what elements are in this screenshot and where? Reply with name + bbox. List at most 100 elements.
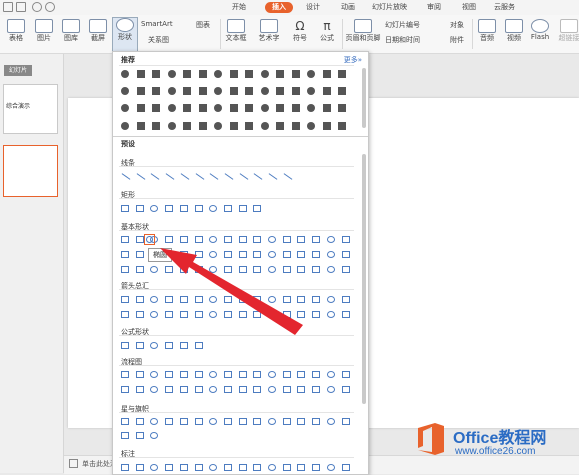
shape-icon[interactable] xyxy=(198,87,207,95)
shape-icon[interactable] xyxy=(297,418,306,425)
shape-icon[interactable] xyxy=(121,418,129,425)
shape-icon[interactable] xyxy=(150,371,159,378)
shape-icon[interactable] xyxy=(198,122,207,130)
slide-thumbnail-2[interactable] xyxy=(3,145,58,197)
redo-icon[interactable] xyxy=(45,2,55,12)
shape-icon[interactable] xyxy=(260,87,269,95)
shape-icon[interactable] xyxy=(121,104,129,112)
shape-icon[interactable] xyxy=(307,104,315,112)
preset-scrollbar[interactable] xyxy=(362,154,366,404)
shape-icon[interactable] xyxy=(268,236,276,243)
shape-icon[interactable] xyxy=(150,311,159,318)
shape-icon[interactable] xyxy=(179,464,188,471)
shape-icon[interactable] xyxy=(297,371,306,378)
shape-icon[interactable] xyxy=(326,464,335,471)
shape-icon[interactable] xyxy=(179,236,188,243)
shape-icon[interactable] xyxy=(136,104,145,112)
shape-icon[interactable] xyxy=(198,104,207,112)
shape-icon[interactable] xyxy=(198,70,207,78)
shape-icon[interactable] xyxy=(341,464,350,471)
shape-icon[interactable] xyxy=(283,173,293,180)
shape-icon[interactable] xyxy=(223,386,232,393)
shape-icon[interactable] xyxy=(282,311,291,318)
flash-button[interactable]: Flash xyxy=(529,19,551,41)
shape-icon[interactable] xyxy=(209,251,218,258)
shape-icon[interactable] xyxy=(214,70,222,78)
shape-icon[interactable] xyxy=(253,236,262,243)
shape-icon[interactable] xyxy=(229,87,238,95)
shape-icon[interactable] xyxy=(307,122,315,130)
shape-icon[interactable] xyxy=(326,266,335,273)
shape-icon[interactable] xyxy=(282,251,291,258)
slides-tab[interactable]: 幻灯片 xyxy=(4,65,32,76)
shape-icon[interactable] xyxy=(136,122,145,130)
shape-icon[interactable] xyxy=(194,386,203,393)
shape-icon[interactable] xyxy=(312,236,321,243)
shape-icon[interactable] xyxy=(312,386,321,393)
shape-icon[interactable] xyxy=(135,386,144,393)
shape-icon[interactable] xyxy=(209,296,218,303)
shape-icon[interactable] xyxy=(238,418,247,425)
tab-design[interactable]: 设计 xyxy=(306,2,320,13)
tab-slideshow[interactable]: 幻灯片放映 xyxy=(372,2,407,13)
shape-icon[interactable] xyxy=(194,371,203,378)
shape-icon[interactable] xyxy=(297,386,306,393)
shape-icon[interactable] xyxy=(238,371,247,378)
shape-icon[interactable] xyxy=(282,418,291,425)
shape-icon[interactable] xyxy=(167,70,176,78)
shape-icon[interactable] xyxy=(167,122,176,130)
shape-icon[interactable] xyxy=(194,311,203,318)
shape-icon[interactable] xyxy=(165,266,174,273)
smartart-button[interactable]: SmartArt xyxy=(141,20,173,28)
symbol-button[interactable]: Ω 符号 xyxy=(289,19,311,43)
shape-icon[interactable] xyxy=(341,418,350,425)
shape-icon[interactable] xyxy=(268,173,278,180)
shape-button[interactable]: 形状 xyxy=(112,17,138,52)
shape-icon[interactable] xyxy=(194,342,203,349)
shape-icon[interactable] xyxy=(326,311,335,318)
shape-icon[interactable] xyxy=(152,122,160,130)
shape-icon[interactable] xyxy=(121,236,129,243)
shape-icon[interactable] xyxy=(165,236,174,243)
shape-icon[interactable] xyxy=(326,418,335,425)
table-button[interactable]: 表格 xyxy=(5,19,27,43)
shape-icon[interactable] xyxy=(338,70,346,78)
shape-icon[interactable] xyxy=(121,342,129,349)
shape-icon[interactable] xyxy=(135,418,144,425)
shape-icon[interactable] xyxy=(179,251,188,258)
undo-icon[interactable] xyxy=(32,2,42,12)
shape-icon[interactable] xyxy=(179,386,188,393)
shape-icon[interactable] xyxy=(209,236,218,243)
tab-view[interactable]: 视图 xyxy=(462,2,476,13)
shape-icon[interactable] xyxy=(253,464,262,471)
recommend-scrollbar[interactable] xyxy=(362,68,366,128)
shape-icon[interactable] xyxy=(238,296,247,303)
shape-icon[interactable] xyxy=(152,70,160,78)
shape-icon[interactable] xyxy=(223,205,232,212)
shape-icon[interactable] xyxy=(223,311,232,318)
shape-icon[interactable] xyxy=(165,418,174,425)
shape-icon[interactable] xyxy=(268,266,276,273)
shape-icon[interactable] xyxy=(135,311,144,318)
shape-icon[interactable] xyxy=(135,342,144,349)
shape-icon[interactable] xyxy=(209,464,218,471)
shape-icon[interactable] xyxy=(150,342,159,349)
shape-icon[interactable] xyxy=(312,251,321,258)
shape-icon[interactable] xyxy=(165,386,174,393)
shape-icon[interactable] xyxy=(229,104,238,112)
shape-icon[interactable] xyxy=(150,266,159,273)
shape-icon[interactable] xyxy=(291,122,300,130)
textbox-button[interactable]: 文本框 xyxy=(223,19,249,43)
shape-icon[interactable] xyxy=(135,464,144,471)
shape-icon[interactable] xyxy=(121,311,129,318)
shape-icon[interactable] xyxy=(297,464,306,471)
shape-icon[interactable] xyxy=(268,418,276,425)
shape-icon[interactable] xyxy=(276,122,284,130)
relation-button[interactable]: 关系图 xyxy=(148,35,169,45)
chart-button[interactable]: 图表 xyxy=(196,20,210,30)
shape-icon[interactable] xyxy=(194,236,203,243)
shape-icon[interactable] xyxy=(238,266,247,273)
shape-icon[interactable] xyxy=(291,70,300,78)
picture-button[interactable]: 图片 xyxy=(33,19,55,43)
shape-icon[interactable] xyxy=(260,70,269,78)
